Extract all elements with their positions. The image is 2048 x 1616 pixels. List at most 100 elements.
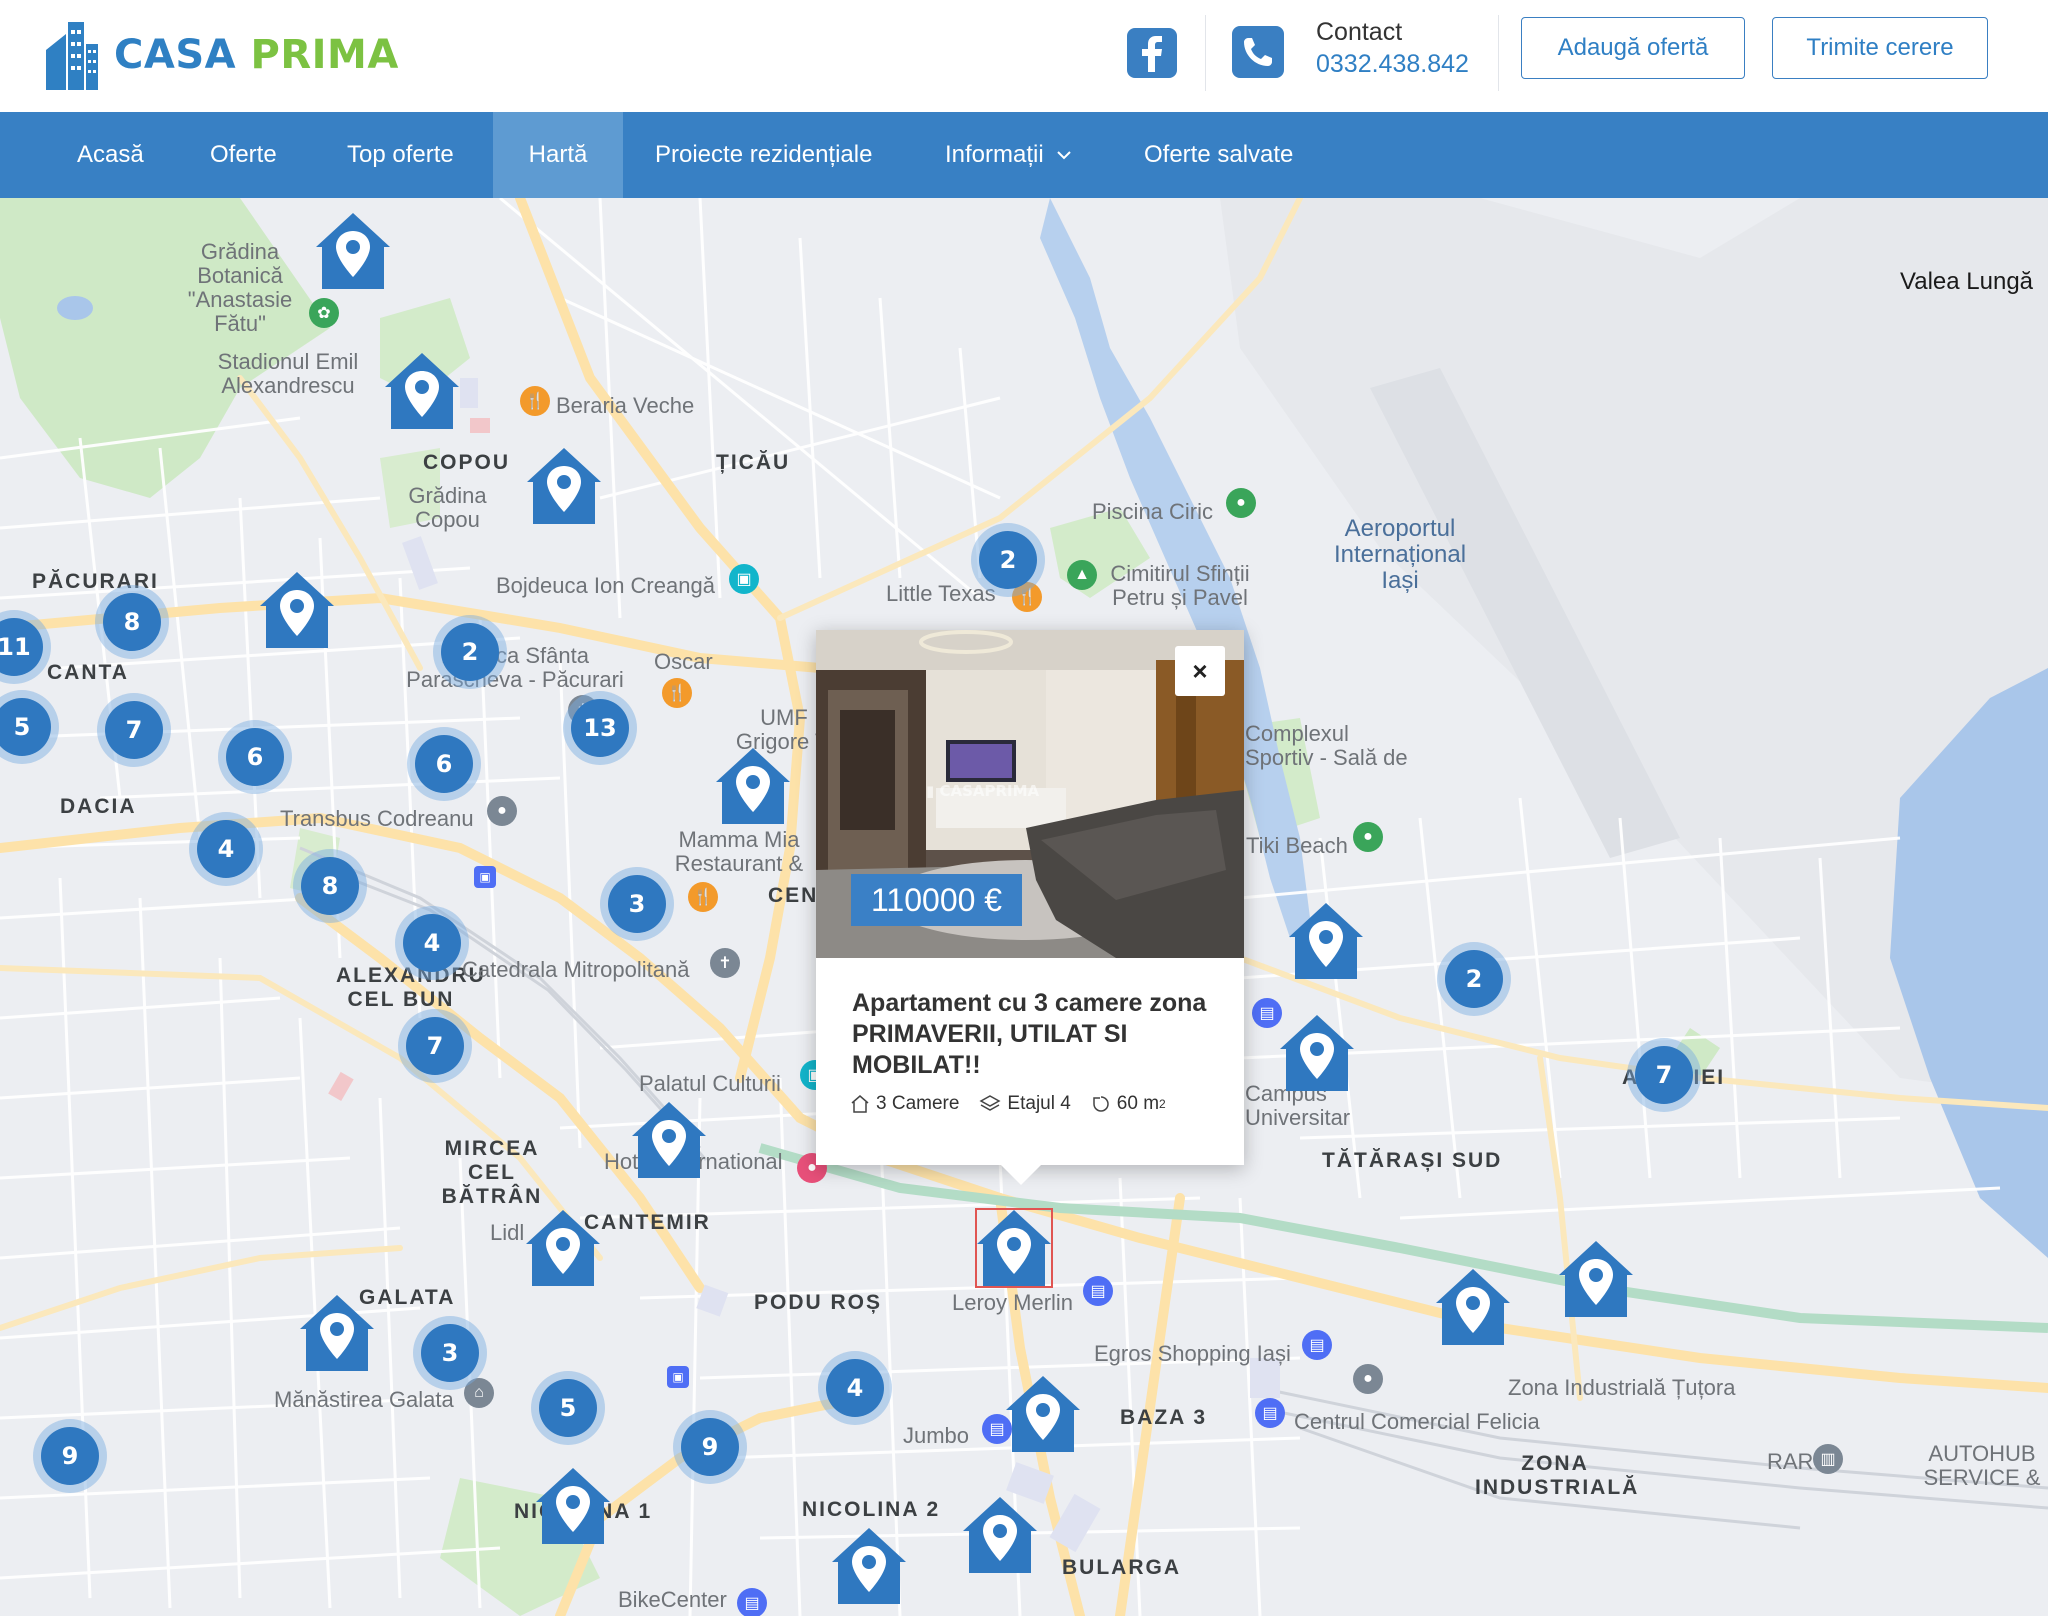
listing-area-text: 60 m [1116, 1093, 1160, 1114]
add-offer-button[interactable]: Adaugă ofertă [1521, 17, 1745, 79]
cluster-marker[interactable]: 4 [826, 1359, 884, 1417]
cluster-marker[interactable]: 7 [105, 701, 163, 759]
nav-item-map[interactable]: Hartă [493, 112, 623, 198]
place-label-stadionul: Stadionul Emil Alexandrescu [217, 349, 359, 398]
house-pin-icon[interactable] [524, 1208, 602, 1288]
district-label-tatarasi-sud: TĂTĂRAȘI SUD [1322, 1149, 1503, 1172]
restaurant-icon[interactable]: 🍴 [520, 386, 550, 416]
shopping-icon[interactable]: ▤ [1083, 1276, 1113, 1306]
nav-item-home[interactable]: Acasă [52, 112, 169, 198]
district-label-canta: CANTA [47, 661, 129, 684]
cluster-marker[interactable]: 9 [681, 1418, 739, 1476]
listing-specs: 3 Camere Etajul 4 60 m2 [850, 1093, 1186, 1115]
cluster-marker[interactable]: 6 [226, 728, 284, 786]
chevron-down-icon [1056, 151, 1071, 160]
shopping-icon[interactable]: ▤ [1255, 1398, 1285, 1428]
close-icon[interactable]: × [1175, 646, 1225, 696]
house-pin-icon[interactable] [1004, 1374, 1082, 1454]
district-label-dacia: DACIA [60, 795, 137, 818]
house-pin-icon[interactable] [383, 351, 461, 431]
cluster-marker[interactable]: 5 [539, 1379, 597, 1437]
district-label-nicolina-2: NICOLINA 2 [802, 1498, 941, 1521]
district-label-zona-industriala: ZONA INDUSTRIALĂ [1475, 1452, 1640, 1499]
listing-area-unit-sup: 2 [1159, 1097, 1166, 1111]
district-label-cantemir: CANTEMIR [584, 1211, 711, 1234]
map-canvas[interactable]: COPOU ȚICĂU PĂCURARI CANTA DACIA ALEXAND… [0, 198, 2048, 1616]
house-pin-icon[interactable] [961, 1495, 1039, 1575]
nav-item-top-offers[interactable]: Top oferte [322, 112, 479, 198]
nav-item-saved-offers[interactable]: Oferte salvate [1119, 112, 1318, 198]
listing-title[interactable]: Apartament cu 3 camere zona PRIMAVERII, … [852, 988, 1222, 1081]
place-label-little-texas: Little Texas [886, 581, 996, 606]
listing-floor-text: Etajul 4 [1007, 1093, 1071, 1114]
house-pin-icon[interactable] [1287, 901, 1365, 981]
cluster-marker[interactable]: 9 [41, 1427, 99, 1485]
place-pin-icon[interactable]: ● [1353, 1364, 1383, 1394]
nav-item-offers[interactable]: Oferte [185, 112, 302, 198]
restaurant-icon[interactable]: 🍴 [688, 882, 718, 912]
monastery-icon[interactable]: ⌂ [464, 1378, 494, 1408]
cluster-marker[interactable]: 8 [103, 593, 161, 651]
government-icon[interactable]: ▥ [1813, 1444, 1843, 1474]
house-pin-icon[interactable] [1557, 1239, 1635, 1319]
shopping-icon[interactable]: ▤ [737, 1588, 767, 1616]
place-label-egros: Egros Shopping Iași [1094, 1341, 1291, 1366]
district-label-podu-ros: PODU ROȘ [754, 1291, 883, 1314]
send-request-button[interactable]: Trimite cerere [1772, 17, 1988, 79]
transit-icon[interactable]: ▣ [474, 866, 496, 888]
cluster-marker[interactable]: 7 [406, 1017, 464, 1075]
cluster-marker[interactable]: 13 [571, 699, 629, 757]
place-label-aeroport: Aeroportul Internațional Iași [1333, 515, 1467, 594]
house-pin-icon[interactable] [630, 1100, 708, 1180]
shopping-icon[interactable]: ▤ [1302, 1330, 1332, 1360]
cluster-marker[interactable]: 4 [403, 914, 461, 972]
cluster-marker[interactable]: 2 [1445, 950, 1503, 1008]
facebook-icon[interactable] [1127, 28, 1177, 78]
park-icon[interactable]: ● [1226, 488, 1256, 518]
house-pin-icon[interactable] [525, 446, 603, 526]
cluster-marker[interactable]: 2 [441, 623, 499, 681]
place-label-leroy-merlin: Leroy Merlin [952, 1290, 1074, 1315]
place-label-sala-sport: Complexul Sportiv - Sală de Baschet și S… [1245, 722, 1408, 770]
nav-item-residential-projects[interactable]: Proiecte rezidențiale [630, 112, 897, 198]
place-label-catedrala: Catedrala Mitropolitană [462, 957, 690, 982]
listing-popup[interactable]: ▮ CASAPRIMA × 110000 € Apartament cu 3 c… [816, 630, 1244, 1165]
house-pin-icon[interactable] [534, 1466, 612, 1546]
cluster-marker[interactable]: 3 [608, 875, 666, 933]
cluster-marker[interactable]: 7 [1635, 1046, 1693, 1104]
place-label-biserica-parascheva: Biserica Sfânta Parascheva - Păcurari [406, 643, 624, 692]
place-label-transbus: Transbus Codreanu [280, 806, 474, 831]
museum-icon[interactable]: ▣ [729, 564, 759, 594]
restaurant-icon[interactable]: 🍴 [662, 678, 692, 708]
house-pin-icon-selected[interactable] [975, 1208, 1053, 1288]
cemetery-icon[interactable]: ▲ [1067, 560, 1097, 590]
cluster-marker[interactable]: 4 [197, 820, 255, 878]
nav-item-information-label: Informații [945, 141, 1044, 168]
header-divider [1498, 15, 1499, 91]
nav-item-information[interactable]: Informații [920, 112, 1099, 198]
zoo-icon[interactable]: ✿ [309, 298, 339, 328]
cluster-marker[interactable]: 6 [415, 735, 473, 793]
house-pin-icon[interactable] [258, 570, 336, 650]
place-label-felicia: Centrul Comercial Felicia [1294, 1409, 1540, 1434]
cluster-marker[interactable]: 2 [979, 531, 1037, 589]
place-label-gradina-copou: Grădina Copou [408, 483, 487, 532]
house-pin-icon[interactable] [1434, 1267, 1512, 1347]
cluster-marker[interactable]: 3 [421, 1324, 479, 1382]
church-icon[interactable]: ✝ [710, 948, 740, 978]
house-pin-icon[interactable] [830, 1526, 908, 1606]
phone-icon[interactable] [1232, 26, 1284, 78]
park-icon[interactable]: ● [1353, 822, 1383, 852]
house-pin-icon[interactable] [298, 1293, 376, 1373]
logo[interactable]: CASA PRIMA [44, 18, 399, 92]
transit-icon[interactable]: ▣ [667, 1366, 689, 1388]
contact-phone-link[interactable]: 0332.438.842 [1316, 50, 1469, 79]
listing-floor: Etajul 4 [979, 1093, 1071, 1115]
cluster-marker[interactable]: 8 [301, 857, 359, 915]
place-pin-icon[interactable]: ● [487, 796, 517, 826]
house-pin-icon[interactable] [1278, 1013, 1356, 1093]
contact-label: Contact [1316, 18, 1403, 46]
house-pin-icon[interactable] [314, 211, 392, 291]
listing-photo[interactable]: ▮ CASAPRIMA × 110000 € [816, 630, 1244, 958]
house-pin-icon[interactable] [714, 746, 792, 826]
